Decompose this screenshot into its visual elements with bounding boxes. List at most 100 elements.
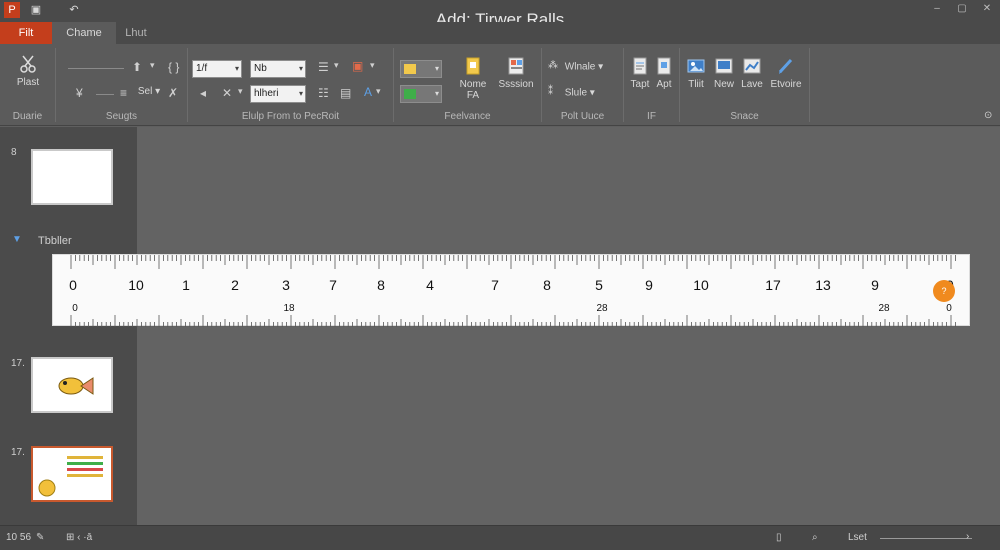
line-chart-button-label: Lave bbox=[741, 79, 763, 90]
chevron-down-icon[interactable]: ▾ bbox=[150, 60, 155, 71]
ruler-number: 17 bbox=[765, 277, 781, 293]
shape-icon: ⁂ bbox=[548, 60, 558, 71]
chart-slide-icon bbox=[38, 456, 103, 497]
clear-icon[interactable]: ✕ bbox=[222, 86, 232, 100]
paste-button[interactable]: Plast bbox=[12, 54, 44, 88]
group-label-clipboard: Duarie bbox=[12, 111, 43, 122]
section-collapse-icon[interactable]: ▼ bbox=[12, 234, 22, 245]
close-icon[interactable]: ✕ bbox=[980, 3, 994, 15]
style-combo[interactable]: hlheri ▾ bbox=[250, 85, 306, 103]
line-chart-button[interactable]: Lave bbox=[738, 56, 766, 90]
ribbon-collapse-icon[interactable]: ⊙ bbox=[984, 110, 992, 121]
indent-icon[interactable]: ¥ bbox=[76, 86, 83, 100]
picture-button[interactable]: Tliit bbox=[682, 56, 710, 90]
pen-button-label: Etvoire bbox=[770, 79, 802, 90]
fill-color-icon[interactable]: ▣ bbox=[352, 59, 363, 73]
pen-button[interactable]: Etvoire bbox=[766, 56, 806, 90]
ruler-sub-number: 28 bbox=[878, 303, 890, 314]
group-label-drawing: Polt Uuce bbox=[560, 111, 605, 122]
ruler-number: 8 bbox=[543, 277, 551, 293]
new-slide-label: Nome bbox=[459, 79, 487, 90]
ruler-number: 4 bbox=[426, 277, 434, 293]
layout-icon bbox=[404, 64, 416, 74]
chevron-down-icon: ▾ bbox=[434, 64, 439, 73]
apps-button[interactable]: Apt bbox=[652, 56, 676, 90]
ruler-number: 8 bbox=[377, 277, 385, 293]
paste-button-label: Plast bbox=[16, 77, 40, 88]
pen-icon bbox=[778, 58, 793, 74]
select-button[interactable]: Sel ▾ bbox=[134, 86, 164, 97]
ruler-sub-number: 0 bbox=[946, 303, 952, 314]
tab-insert[interactable]: Lhut bbox=[116, 22, 156, 44]
ruler-number: 10 bbox=[128, 277, 144, 293]
group-label-paragraph: Elulp From to PecRoit bbox=[241, 111, 340, 122]
zoom-arrow-icon[interactable]: › bbox=[966, 531, 969, 542]
ruler-number: 7 bbox=[491, 277, 499, 293]
ruler-sub-number: 28 bbox=[596, 303, 608, 314]
minimize-icon[interactable]: – bbox=[930, 3, 944, 15]
zoom-slider[interactable] bbox=[880, 538, 972, 539]
shapes-button-label: Wlnale bbox=[564, 61, 596, 73]
ruler-number: 9 bbox=[645, 277, 653, 293]
clear-format-icon[interactable]: ✗ bbox=[168, 86, 178, 100]
select-icon[interactable]: ⬆︎ bbox=[132, 60, 142, 74]
chevron-down-icon[interactable]: ▾ bbox=[376, 86, 381, 97]
tab-home[interactable]: Chame bbox=[52, 22, 116, 44]
text-button[interactable]: Tapt bbox=[628, 56, 652, 90]
chevron-down-icon[interactable]: ▾ bbox=[370, 60, 375, 71]
slide-number: 17. bbox=[11, 358, 25, 369]
notes-icon[interactable]: ▯ bbox=[776, 532, 782, 543]
group-label-editing: IF bbox=[647, 111, 656, 122]
notes-button[interactable]: ⊞ ‹ ·ā bbox=[66, 532, 92, 543]
align-icon[interactable]: ☷ bbox=[318, 86, 329, 100]
slide-indicator: 10 56 bbox=[6, 532, 32, 543]
chevron-down-icon[interactable]: ▾ bbox=[238, 86, 243, 97]
slide-thumbnail-2[interactable] bbox=[31, 357, 113, 413]
shape-style-button-label: Slule bbox=[564, 87, 588, 99]
theme-combo[interactable]: ▾ bbox=[400, 85, 442, 103]
section-label[interactable]: Tbbller bbox=[38, 235, 72, 247]
font-name-combo[interactable]: Nb ▾ bbox=[250, 60, 306, 78]
slide-thumbnail-1[interactable] bbox=[31, 149, 113, 205]
ruler-sub-number: 0 bbox=[72, 303, 78, 314]
apps-button-label: Apt bbox=[656, 79, 672, 90]
shape-style-button[interactable]: ⁑ Slule ▾ bbox=[548, 86, 620, 100]
chart-line-icon bbox=[743, 58, 761, 74]
app-icon bbox=[657, 57, 671, 75]
bullets-icon[interactable]: ☰ bbox=[318, 60, 329, 74]
columns-icon[interactable]: ▤ bbox=[340, 86, 351, 100]
font-size-value: 1/f bbox=[196, 63, 208, 74]
picture-button-label: Tliit bbox=[688, 79, 704, 90]
accessibility-icon[interactable]: ✎ bbox=[36, 532, 44, 543]
text-effects-icon[interactable]: A bbox=[364, 85, 372, 99]
decrease-indent-icon[interactable]: ◂ bbox=[200, 86, 206, 100]
ribbon-tab-bar: Filt Chame Lhut bbox=[0, 22, 1000, 44]
layout-combo[interactable]: ▾ bbox=[400, 60, 442, 78]
ruler-number: 1 bbox=[182, 277, 190, 293]
ruler-marker[interactable]: ? bbox=[933, 280, 955, 302]
slide-number: 8 bbox=[11, 147, 17, 158]
section-icon bbox=[508, 57, 524, 75]
text-button-label: Tapt bbox=[630, 79, 650, 90]
sort-icon[interactable]: ≡ bbox=[120, 86, 127, 100]
ruler-image[interactable]: 0101237847859101713910 01828280 ? bbox=[52, 254, 970, 327]
chart-button[interactable]: New bbox=[710, 56, 738, 90]
slide-thumbnail-3[interactable] bbox=[31, 446, 113, 502]
chevron-down-icon[interactable]: ▾ bbox=[334, 60, 339, 71]
new-slide-dropdown-label: FA bbox=[466, 90, 480, 101]
cartoon-fish-icon bbox=[58, 377, 94, 395]
text-icon bbox=[633, 57, 647, 75]
tab-file[interactable]: Filt bbox=[0, 22, 52, 44]
section-button[interactable]: Ssssion bbox=[494, 56, 538, 90]
ribbon-group-clipboard: Plast Duarie bbox=[0, 48, 56, 122]
group-label-font: Seugts bbox=[105, 111, 138, 122]
status-bar: 10 56 ✎ ⊞ ‹ ·ā ▯ ⌕ Lset › bbox=[0, 525, 1000, 550]
chart-button-label: New bbox=[713, 79, 734, 90]
shapes-button[interactable]: ⁂ Wlnale ▾ bbox=[548, 60, 620, 74]
brace-icon[interactable]: { } bbox=[168, 60, 179, 74]
chevron-down-icon: ▾ bbox=[298, 64, 303, 73]
restore-icon[interactable]: ▢ bbox=[955, 3, 969, 15]
font-size-combo[interactable]: 1/f ▾ bbox=[192, 60, 242, 78]
zoom-icon[interactable]: ⌕ bbox=[812, 532, 818, 543]
new-slide-button[interactable]: Nome FA bbox=[454, 56, 492, 101]
